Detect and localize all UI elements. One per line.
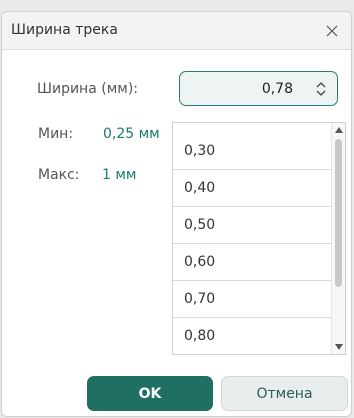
track-width-dialog: Ширина трека Ширина (мм): 0,78 Мин: 0,25… [1,11,352,417]
list-item[interactable]: 0,30 [173,133,332,170]
triangle-down-icon[interactable] [334,343,344,351]
list-item[interactable]: 0,40 [173,170,332,207]
min-label: Мин: [38,126,74,142]
list-item[interactable]: 0,50 [173,207,332,244]
list-item[interactable]: 0,60 [173,244,332,281]
width-label: Ширина (мм): [37,81,139,97]
max-value: 1 мм [102,167,137,183]
dialog-title: Ширина трека [11,22,118,38]
triangle-up-icon[interactable] [334,126,344,134]
width-value[interactable]: 0,78 [262,81,293,97]
close-icon [326,25,338,37]
chevron-up-down-icon[interactable] [315,79,327,99]
width-spinbox[interactable]: 0,78 [179,71,338,106]
scrollbar-thumb[interactable] [335,139,342,287]
dialog-titlebar: Ширина трека [2,12,351,50]
list-item[interactable]: 0,70 [173,281,332,318]
min-value: 0,25 мм [103,126,160,142]
ok-button[interactable]: OK [87,376,213,411]
cancel-button[interactable]: Отмена [221,376,348,411]
width-preset-list[interactable]: 0,30 0,40 0,50 0,60 0,70 0,80 [172,122,346,355]
close-button[interactable] [319,18,345,44]
list-scrollbar[interactable] [331,123,345,354]
max-label: Макс: [38,167,80,183]
list-item[interactable]: 0,80 [173,318,332,354]
